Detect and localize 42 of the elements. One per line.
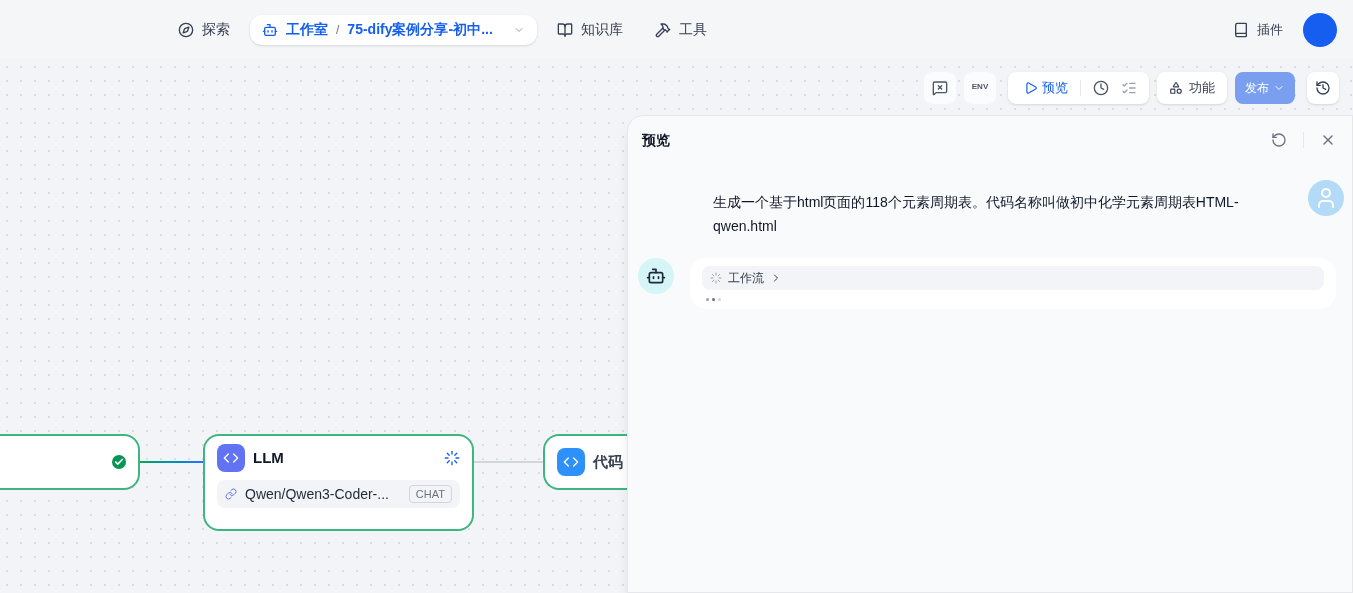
robot-icon	[262, 21, 278, 38]
code-node[interactable]: 代码	[543, 434, 627, 490]
features-button[interactable]: 功能	[1157, 72, 1227, 104]
typing-dots-icon	[706, 298, 722, 301]
restart-icon[interactable]	[1271, 132, 1287, 148]
nav-link[interactable]: 知识库	[544, 14, 635, 45]
panel-title: 预览	[642, 130, 671, 150]
book-icon	[556, 21, 573, 38]
compass-icon	[178, 21, 194, 38]
model-name: Qwen/Qwen3-Coder-...	[245, 484, 390, 504]
separator: /	[336, 21, 340, 38]
clock-icon[interactable]	[1093, 80, 1109, 96]
connector-line	[140, 461, 203, 463]
preview-button[interactable]: 预览	[1016, 78, 1076, 98]
issues-button[interactable]	[924, 72, 956, 104]
code-icon	[557, 448, 585, 476]
workflow-toggle[interactable]: 工作流	[702, 266, 1324, 290]
connector-line	[474, 461, 544, 463]
node-title: 代码	[593, 451, 623, 472]
book-icon	[1233, 21, 1249, 38]
nav-link[interactable]: 工具	[642, 14, 719, 45]
mode-tag: CHAT	[408, 484, 452, 504]
history-button[interactable]	[1307, 72, 1339, 104]
nav-link[interactable]: 探索	[166, 14, 242, 45]
hammer-icon	[654, 21, 671, 38]
start-node[interactable]	[0, 434, 140, 490]
user-message: 生成一个基于html页面的118个元素周期表。代码名称叫做初中化学元素周期表HTML-qwen.html	[713, 193, 1240, 236]
node-title: LLM	[253, 447, 285, 468]
play-icon	[1024, 81, 1038, 95]
bot-avatar	[638, 258, 674, 294]
avatar[interactable]	[1303, 12, 1337, 47]
history-icon	[1315, 80, 1331, 96]
chat-cross-icon	[932, 80, 948, 96]
app-name-link[interactable]: 75-dify案例分享-初中...	[347, 19, 493, 40]
env-button[interactable]: ENV	[964, 72, 996, 104]
llm-node[interactable]: LLM Qwen/Qwen3-Coder-... CHAT	[203, 434, 474, 531]
link-icon	[225, 488, 237, 500]
shapes-icon	[1169, 81, 1183, 95]
user-avatar	[1308, 180, 1344, 216]
studio-link[interactable]: 工作室	[286, 19, 328, 40]
checklist-icon[interactable]	[1121, 80, 1137, 96]
plugins-link[interactable]: 插件	[1233, 19, 1283, 40]
